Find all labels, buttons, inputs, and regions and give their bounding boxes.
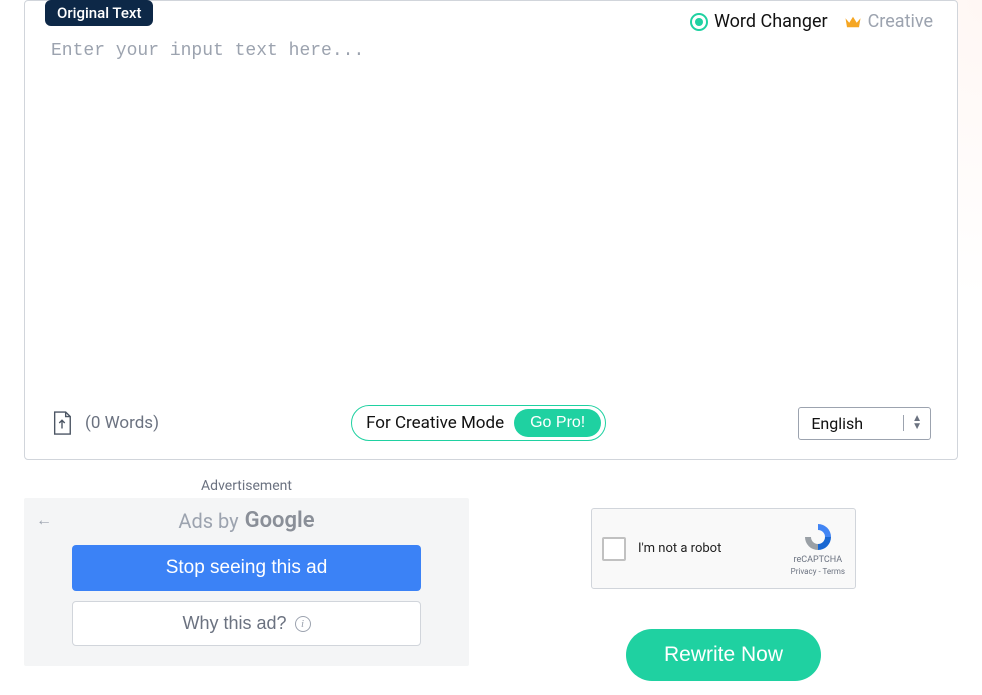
radio-selected-icon bbox=[690, 13, 708, 31]
recaptcha-legal: Privacy - Terms bbox=[791, 567, 845, 576]
mode-tabs: Word Changer Creative bbox=[690, 11, 933, 32]
info-icon: i bbox=[295, 616, 311, 632]
ad-label: Advertisement bbox=[24, 478, 469, 494]
arrow-left-icon[interactable]: ← bbox=[36, 510, 52, 530]
action-column: I'm not a robot reCAPTCHA Privacy - Term… bbox=[489, 478, 958, 681]
ads-by-text: Ads by bbox=[178, 509, 238, 533]
stop-seeing-ad-button[interactable]: Stop seeing this ad bbox=[72, 545, 421, 591]
recaptcha-brand: reCAPTCHA bbox=[794, 555, 843, 565]
recaptcha-widget: I'm not a robot reCAPTCHA Privacy - Term… bbox=[591, 508, 856, 589]
recaptcha-privacy-link[interactable]: Privacy bbox=[791, 567, 817, 576]
tab-word-changer[interactable]: Word Changer bbox=[690, 11, 828, 32]
upload-icon[interactable] bbox=[51, 410, 73, 436]
google-logo-text: Google bbox=[245, 508, 315, 533]
ad-box: ← Ads by Google Stop seeing this ad Why … bbox=[24, 498, 469, 666]
tab-creative[interactable]: Creative bbox=[844, 11, 933, 32]
recaptcha-text: I'm not a robot bbox=[638, 541, 779, 556]
language-label: English bbox=[811, 414, 863, 433]
original-text-badge: Original Text bbox=[45, 0, 153, 26]
editor-panel: Original Text Word Changer Creative (0 bbox=[24, 0, 958, 460]
ads-by-google: Ads by Google bbox=[72, 508, 421, 533]
creative-mode-text: For Creative Mode bbox=[366, 413, 504, 433]
tab-creative-label: Creative bbox=[868, 11, 933, 32]
recaptcha-terms-link[interactable]: Terms bbox=[823, 567, 845, 576]
creative-mode-pill[interactable]: For Creative Mode Go Pro! bbox=[351, 405, 606, 441]
why-ad-label: Why this ad? bbox=[182, 613, 286, 634]
language-select[interactable]: English ▲▼ bbox=[798, 407, 931, 440]
crown-icon bbox=[844, 15, 862, 29]
text-input[interactable] bbox=[51, 41, 931, 391]
ad-column: Advertisement ← Ads by Google Stop seein… bbox=[24, 478, 469, 681]
why-this-ad-button[interactable]: Why this ad? i bbox=[72, 601, 421, 646]
tab-word-changer-label: Word Changer bbox=[714, 11, 828, 32]
editor-footer: (0 Words) For Creative Mode Go Pro! Engl… bbox=[25, 391, 957, 459]
recaptcha-checkbox[interactable] bbox=[602, 537, 626, 561]
recaptcha-logo-icon bbox=[802, 521, 834, 553]
go-pro-button[interactable]: Go Pro! bbox=[514, 409, 601, 437]
chevron-up-down-icon: ▲▼ bbox=[903, 415, 922, 431]
rewrite-now-button[interactable]: Rewrite Now bbox=[626, 629, 821, 681]
word-count: (0 Words) bbox=[85, 413, 159, 433]
